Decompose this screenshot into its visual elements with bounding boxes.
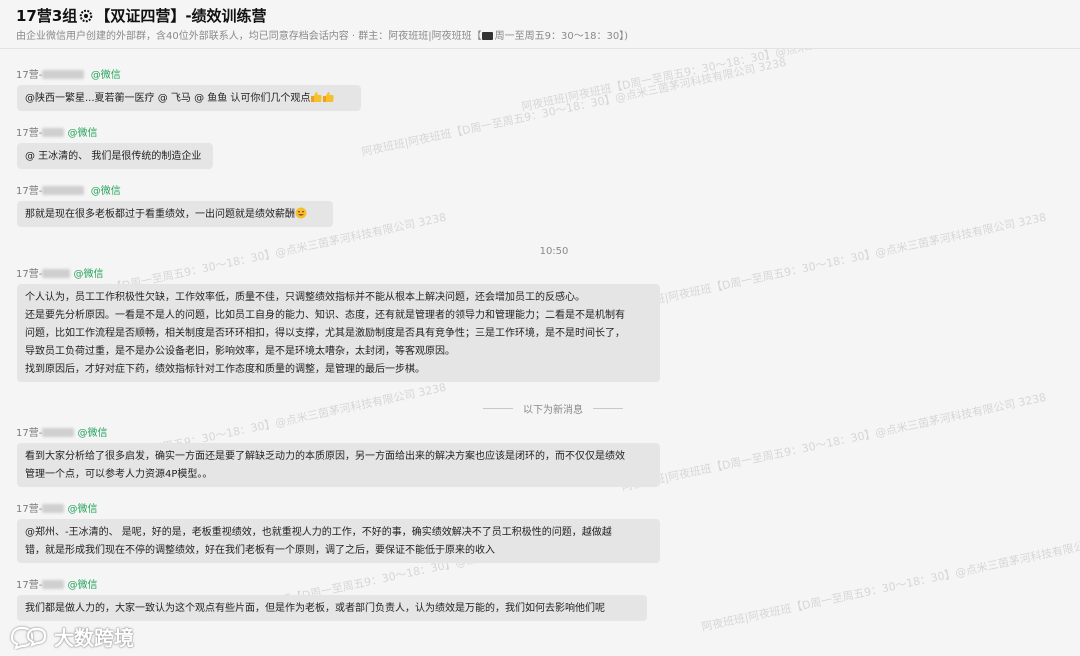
message-bubble[interactable]: @郑州、-王冰清的、 是呢，好的是，老板重视绩效，也就重视人力的工作，不好的事，… [17,519,660,563]
group-subtitle: 由企业微信用户创建的外部群，含40位外部联系人，均已同意存档会话内容 · 群主：… [16,31,629,42]
watermark: 阿夜班班|阿夜班班【D周一至周五9：30～18：30】@点米三茵茅河科技有限公司… [520,49,948,114]
blurred-name [42,128,65,137]
message-bubble[interactable]: @陕西一繁星...夏若蘅一医疗 @ 飞马 @ 鱼鱼 认可你们几个观点 [17,85,361,111]
message-bubble[interactable]: @ 王冰清的、 我们是很传统的制造企业 [17,143,213,169]
message-sender[interactable]: 17营- @微信 [16,265,104,280]
gear-icon [80,9,93,22]
new-messages-divider: 以下为新消息 [483,401,623,416]
blurred-name [42,580,65,589]
logo-icon [10,626,47,650]
group-title[interactable]: 17营3组 【双证四营】-绩效训练营 [16,5,267,26]
message-bubble[interactable]: 我们都是做人力的，大家一致认为这个观点有些片面，但是作为老板，或者部门负责人，认… [17,595,647,621]
brand-logo: 大数跨境 [8,622,134,651]
watermark: 阿夜班班|阿夜班班【D周一至周五9：30～18：30】@点米三茵茅河科技有限公司… [620,390,1048,494]
blurred-name [42,428,75,437]
laughing-face-icon [295,207,307,219]
blurred-name [42,269,71,278]
message-bubble[interactable]: 看到大家分析给了很多启发，确实一方面还是要了解缺乏动力的本质原因，另一方面给出来… [17,443,660,487]
blurred-name [42,70,85,79]
watermark: 阿夜班班|阿夜班班【D周一至周五9：30～18：30】@点米三茵茅河科技有限公司… [620,210,1048,314]
message-sender[interactable]: 17营- @微信 [16,424,108,439]
thumbs-up-icon [323,92,334,102]
message-sender[interactable]: 17营- @微信 [16,124,98,139]
message-sender[interactable]: 17营- @微信 [16,66,121,81]
timestamp: 10:50 [539,246,569,257]
blurred-name [42,186,85,195]
message-bubble[interactable]: 那就是现在很多老板都过于看重绩效，一出问题就是绩效薪酬 [17,201,333,227]
message-list[interactable]: 阿夜班班|阿夜班班【D周一至周五9：30～18：30】@点米三茵茅河科技有限公司… [0,49,1080,656]
chat-header: 17营3组 【双证四营】-绩效训练营 由企业微信用户创建的外部群，含40位外部联… [0,0,1080,49]
watermark: 阿夜班班|阿夜班班【D周一至周五9：30～18：30】@点米三茵茅河科技有限公司… [360,55,788,159]
message-bubble[interactable]: 个人认为，员工工作积极性欠缺，工作效率低，质量不佳，只调整绩效指标并不能从根本上… [17,284,660,382]
message-sender[interactable]: 17营- @微信 [16,576,98,591]
watermark: 阿夜班班|阿夜班班【D周一至周五9：30～18：30】@点米三茵茅河科技有限公司… [700,531,1080,634]
blurred-name [42,504,65,513]
monitor-icon [481,32,493,40]
thumbs-up-icon [311,92,322,102]
message-sender[interactable]: 17营- @微信 [16,500,98,515]
message-sender[interactable]: 17营- @微信 [16,182,121,197]
